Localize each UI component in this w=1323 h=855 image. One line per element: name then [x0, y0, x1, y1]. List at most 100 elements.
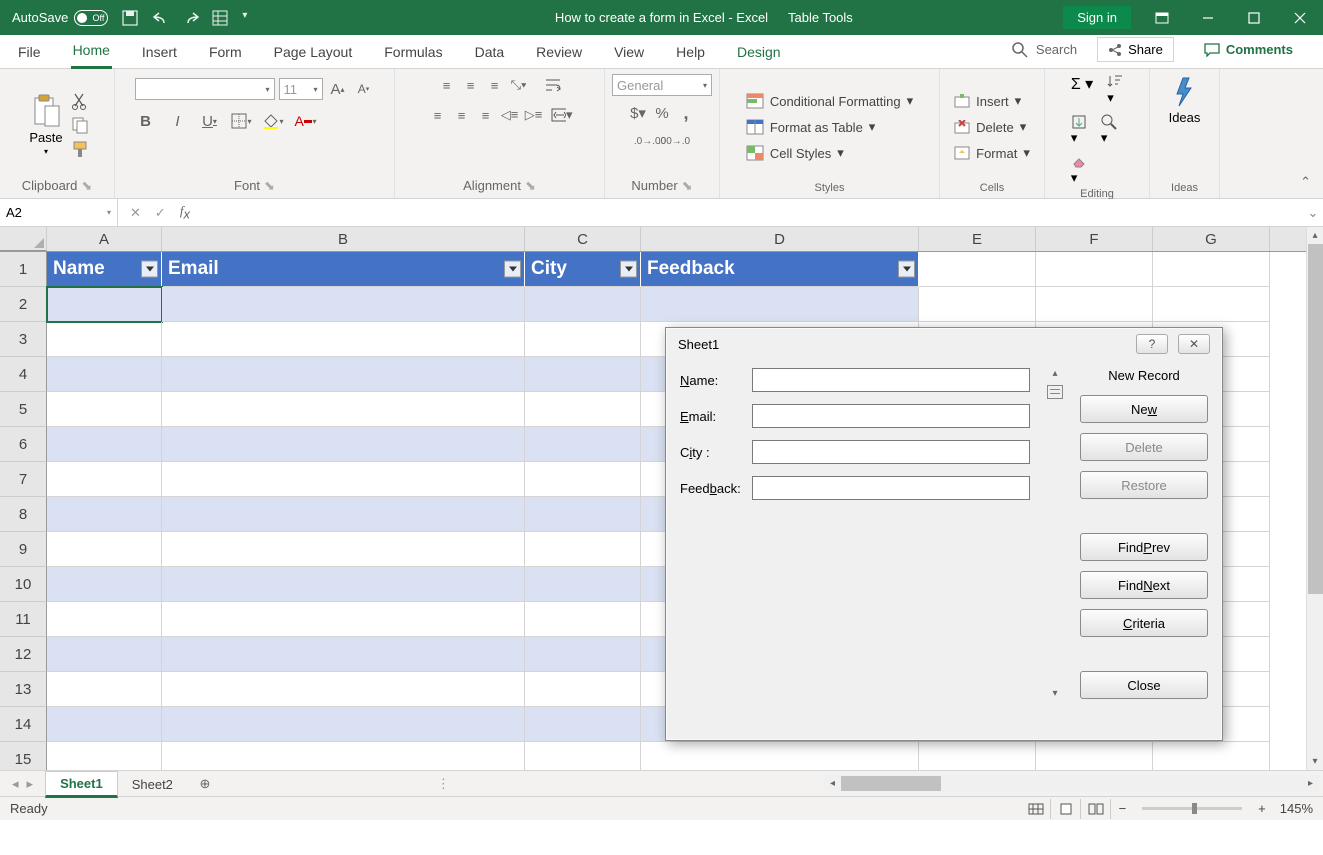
cell[interactable] — [47, 322, 162, 357]
cell[interactable] — [525, 427, 641, 462]
expand-formula-bar-icon[interactable]: ⌄ — [1303, 205, 1323, 221]
delete-button[interactable]: Delete — [1080, 433, 1208, 461]
column-header[interactable]: A — [47, 227, 162, 251]
filter-dropdown-icon[interactable] — [141, 261, 158, 278]
align-left-icon[interactable]: ≡ — [427, 104, 449, 126]
wrap-text-icon[interactable] — [542, 74, 564, 96]
row-header[interactable]: 8 — [0, 497, 47, 532]
cell[interactable] — [525, 462, 641, 497]
launcher-icon[interactable]: ⬊ — [682, 178, 693, 193]
autosave-toggle[interactable]: AutoSave Off — [12, 10, 108, 26]
cell[interactable] — [641, 742, 919, 770]
customize-qat-icon[interactable]: ▾ — [242, 10, 258, 26]
borders-icon[interactable]: ▾ — [231, 110, 253, 132]
decrease-font-icon[interactable]: A▾ — [353, 78, 375, 100]
tab-data[interactable]: Data — [473, 38, 507, 68]
column-header[interactable]: F — [1036, 227, 1153, 251]
row-header[interactable]: 7 — [0, 462, 47, 497]
column-header[interactable]: E — [919, 227, 1036, 251]
scroll-left-icon[interactable]: ◂ — [824, 775, 841, 792]
cell[interactable]: City — [525, 252, 641, 287]
ideas-button[interactable]: Ideas — [1169, 74, 1201, 125]
cell[interactable] — [641, 287, 919, 322]
decrease-indent-icon[interactable]: ◁≡ — [499, 104, 521, 126]
tab-formulas[interactable]: Formulas — [382, 38, 444, 68]
tab-page-layout[interactable]: Page Layout — [272, 38, 355, 68]
column-header[interactable]: G — [1153, 227, 1270, 251]
cell[interactable] — [162, 567, 525, 602]
cell[interactable] — [47, 287, 162, 322]
page-layout-view-icon[interactable] — [1053, 799, 1081, 819]
orientation-icon[interactable]: ⤡▾ — [508, 74, 530, 96]
find-prev-button[interactable]: Find Prev — [1080, 533, 1208, 561]
font-size-combo[interactable]: 11▾ — [279, 78, 323, 100]
launcher-icon[interactable]: ⬊ — [81, 178, 92, 193]
cell[interactable] — [1153, 287, 1270, 322]
cell[interactable] — [162, 637, 525, 672]
cell[interactable] — [525, 392, 641, 427]
row-header[interactable]: 11 — [0, 602, 47, 637]
cell[interactable] — [525, 602, 641, 637]
tab-review[interactable]: Review — [534, 38, 584, 68]
select-all-corner[interactable] — [0, 227, 47, 251]
dialog-close-icon[interactable]: ✕ — [1178, 334, 1210, 354]
scroll-right-icon[interactable]: ▸ — [1302, 775, 1319, 792]
align-bottom-icon[interactable]: ≡ — [484, 74, 506, 96]
cell[interactable] — [162, 462, 525, 497]
filter-dropdown-icon[interactable] — [504, 261, 521, 278]
maximize-icon[interactable] — [1231, 0, 1277, 35]
number-format-combo[interactable]: General▾ — [612, 74, 712, 96]
copy-icon[interactable] — [71, 116, 89, 134]
redo-icon[interactable] — [182, 10, 198, 26]
format-painter-icon[interactable] — [71, 140, 89, 158]
increase-font-icon[interactable]: A▴ — [327, 78, 349, 100]
cell[interactable] — [162, 707, 525, 742]
record-up-icon[interactable]: ▴ — [1052, 368, 1057, 379]
criteria-button[interactable]: Criteria — [1080, 609, 1208, 637]
comments-button[interactable]: Comments — [1194, 38, 1303, 61]
field-input-3[interactable] — [752, 476, 1030, 500]
tab-help[interactable]: Help — [674, 38, 707, 68]
launcher-icon[interactable]: ⬊ — [264, 178, 275, 193]
cell[interactable] — [525, 672, 641, 707]
record-down-icon[interactable]: ▾ — [1052, 688, 1057, 699]
cell[interactable] — [47, 427, 162, 462]
cell[interactable] — [919, 252, 1036, 287]
comma-icon[interactable]: , — [675, 102, 697, 124]
conditional-formatting-button[interactable]: Conditional Formatting ▾ — [742, 91, 917, 111]
cell[interactable] — [1153, 252, 1270, 287]
cell[interactable] — [47, 742, 162, 770]
accounting-icon[interactable]: $▾ — [627, 102, 649, 124]
autosum-icon[interactable]: Σ ▾ — [1071, 74, 1093, 106]
tab-view[interactable]: View — [612, 38, 646, 68]
filter-dropdown-icon[interactable] — [620, 261, 637, 278]
share-button[interactable]: Share — [1097, 37, 1174, 62]
cell[interactable] — [47, 392, 162, 427]
row-header[interactable]: 9 — [0, 532, 47, 567]
cell[interactable] — [525, 567, 641, 602]
zoom-out-icon[interactable]: − — [1113, 801, 1133, 816]
cell[interactable] — [47, 602, 162, 637]
cell[interactable] — [525, 637, 641, 672]
decrease-decimal-icon[interactable]: .00→.0 — [663, 130, 685, 152]
scrollbar-thumb[interactable] — [841, 776, 941, 791]
row-header[interactable]: 3 — [0, 322, 47, 357]
font-color-icon[interactable]: A▾ — [295, 110, 317, 132]
font-name-combo[interactable]: ▾ — [135, 78, 275, 100]
undo-icon[interactable] — [152, 10, 168, 26]
minimize-icon[interactable] — [1185, 0, 1231, 35]
zoom-in-icon[interactable]: + — [1252, 801, 1272, 816]
cell[interactable] — [162, 427, 525, 462]
bold-icon[interactable]: B — [135, 110, 157, 132]
field-input-0[interactable] — [752, 368, 1030, 392]
close-icon[interactable] — [1277, 0, 1323, 35]
cell-styles-button[interactable]: Cell Styles ▾ — [742, 143, 848, 163]
row-header[interactable]: 10 — [0, 567, 47, 602]
cell[interactable] — [525, 322, 641, 357]
zoom-slider[interactable] — [1142, 807, 1242, 810]
name-box[interactable]: A2▾ — [0, 199, 118, 226]
row-header[interactable]: 1 — [0, 252, 47, 287]
cell[interactable] — [162, 672, 525, 707]
dialog-help-icon[interactable]: ? — [1136, 334, 1168, 354]
italic-icon[interactable]: I — [167, 110, 189, 132]
